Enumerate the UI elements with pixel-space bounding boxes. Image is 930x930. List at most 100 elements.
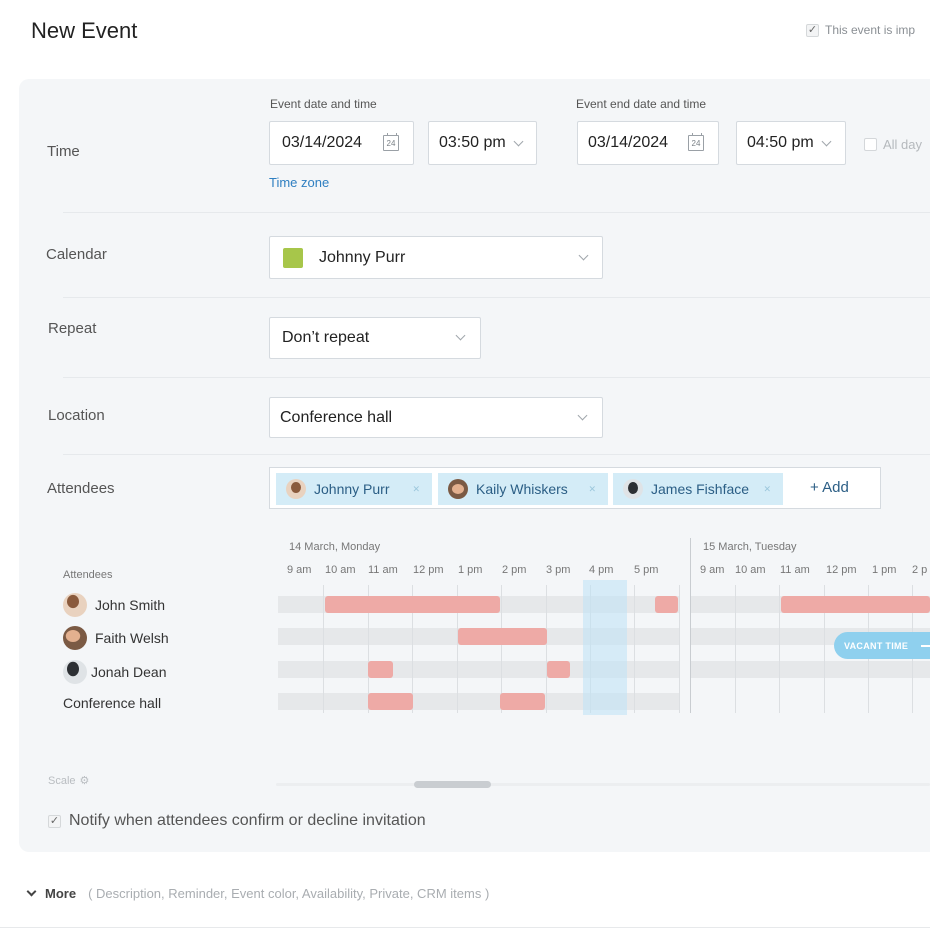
calendar-icon[interactable]: 24 (383, 133, 399, 151)
repeat-value: Don’t repeat (282, 329, 370, 346)
scale-label: Scale (48, 774, 76, 787)
avatar (63, 626, 87, 650)
attendees-input[interactable]: Johnny Purr ✕ Kaily Whiskers ✕ James Fis… (269, 467, 881, 509)
location-label: Location (48, 407, 105, 424)
time-zone-link[interactable]: Time zone (269, 175, 329, 190)
important-event-toggle[interactable]: ✓ This event is imp (806, 23, 915, 37)
time-tick: 11 am (780, 564, 810, 576)
gridline (735, 585, 736, 713)
schedule-row-name: Faith Welsh (95, 630, 169, 646)
gear-icon[interactable]: ⚙ (80, 774, 90, 787)
busy-block (500, 693, 545, 710)
more-hint: ( Description, Reminder, Event color, Av… (88, 886, 490, 901)
attendee-chip-label: Johnny Purr (314, 481, 390, 497)
scale-control[interactable]: Scale ⚙ (48, 774, 90, 788)
scroll-track[interactable] (276, 783, 930, 786)
calendar-icon[interactable]: 24 (688, 133, 704, 151)
attendee-chip[interactable]: Johnny Purr ✕ (276, 473, 432, 505)
end-date-field[interactable]: 03/14/2024 24 (577, 121, 719, 165)
notify-checkbox[interactable]: ✓ (48, 814, 61, 828)
vacant-time-label: VACANT TIME (844, 640, 909, 651)
calendar-select[interactable]: Johnny Purr (269, 236, 603, 279)
scrollbar-thumb[interactable] (414, 781, 491, 788)
notify-label: Notify when attendees confirm or decline… (69, 812, 426, 829)
all-day-toggle[interactable]: All day (864, 137, 922, 152)
avatar (448, 479, 468, 499)
start-time-select[interactable]: 03:50 pm (428, 121, 537, 165)
vacant-time-button[interactable]: VACANT TIME (834, 632, 930, 659)
busy-block (781, 596, 930, 613)
divider (63, 297, 930, 298)
chevron-down-icon (26, 886, 37, 897)
location-select[interactable]: Conference hall (269, 397, 603, 438)
end-date-value: 03/14/2024 (588, 134, 669, 151)
gridline (546, 585, 547, 713)
schedule-row-name: Jonah Dean (91, 664, 167, 680)
remove-icon[interactable]: ✕ (412, 484, 420, 495)
page-title: New Event (31, 18, 138, 43)
chevron-down-icon (455, 330, 466, 341)
busy-block (655, 596, 678, 613)
end-label: Event end date and time (576, 97, 707, 111)
attendees-label: Attendees (47, 480, 115, 497)
minus-icon (921, 645, 930, 647)
divider (0, 927, 930, 928)
important-checkbox[interactable]: ✓ (806, 23, 819, 37)
schedule-attendees-header: Attendees (63, 569, 113, 581)
time-tick: 1 pm (872, 564, 897, 576)
schedule-row-label: John Smith (63, 593, 165, 617)
time-tick: 3 pm (546, 564, 571, 576)
time-tick: 10 am (325, 564, 356, 576)
time-tick: 9 am (700, 564, 725, 576)
chevron-down-icon (578, 250, 589, 261)
busy-block (368, 693, 413, 710)
schedule-row-label: Conference hall (63, 695, 161, 711)
repeat-select[interactable]: Don’t repeat (269, 317, 481, 359)
attendee-chip[interactable]: James Fishface ✕ (613, 473, 783, 505)
more-section-toggle[interactable]: More ( Description, Reminder, Event colo… (26, 886, 490, 901)
time-tick: 1 pm (458, 564, 483, 576)
chevron-down-icon (577, 410, 588, 421)
remove-icon[interactable]: ✕ (588, 484, 596, 495)
day-separator (690, 538, 691, 713)
schedule-row-label: Faith Welsh (63, 626, 169, 650)
event-form-panel (19, 79, 930, 852)
chevron-down-icon (513, 136, 524, 147)
calendar-label: Calendar (46, 246, 107, 263)
time-label: Time (47, 143, 80, 160)
gridline (779, 585, 780, 713)
calendar-color-swatch (283, 248, 303, 268)
divider (63, 212, 930, 213)
start-label: Event date and time (270, 97, 377, 111)
notify-toggle[interactable]: ✓ Notify when attendees confirm or decli… (48, 812, 426, 830)
add-attendee-button[interactable]: + Add (810, 479, 849, 496)
time-tick: 2 pm (502, 564, 527, 576)
time-tick: 10 am (735, 564, 766, 576)
time-tick: 12 pm (826, 564, 857, 576)
start-date-field[interactable]: 03/14/2024 24 (269, 121, 414, 165)
time-tick: 12 pm (413, 564, 444, 576)
time-tick: 5 pm (634, 564, 659, 576)
time-tick: 4 pm (589, 564, 614, 576)
location-value: Conference hall (280, 408, 393, 426)
attendee-chip-label: James Fishface (651, 481, 750, 497)
day1-header: 14 March, Monday (289, 541, 381, 553)
busy-block (458, 628, 547, 645)
all-day-checkbox[interactable] (864, 138, 877, 151)
attendee-chip[interactable]: Kaily Whiskers ✕ (438, 473, 608, 505)
time-tick: 11 am (368, 564, 398, 576)
schedule-row-name: John Smith (95, 597, 166, 613)
selected-event-slot[interactable] (583, 580, 627, 715)
start-date-value: 03/14/2024 (282, 134, 363, 151)
start-time-value: 03:50 pm (439, 134, 506, 151)
avatar (623, 479, 643, 499)
remove-icon[interactable]: ✕ (763, 484, 771, 495)
chevron-down-icon (821, 136, 832, 147)
divider (63, 454, 930, 455)
more-label: More (45, 886, 77, 901)
gridline (679, 585, 680, 713)
end-time-select[interactable]: 04:50 pm (736, 121, 846, 165)
busy-block (547, 661, 570, 678)
schedule-row-name: Conference hall (63, 695, 162, 711)
divider (63, 377, 930, 378)
